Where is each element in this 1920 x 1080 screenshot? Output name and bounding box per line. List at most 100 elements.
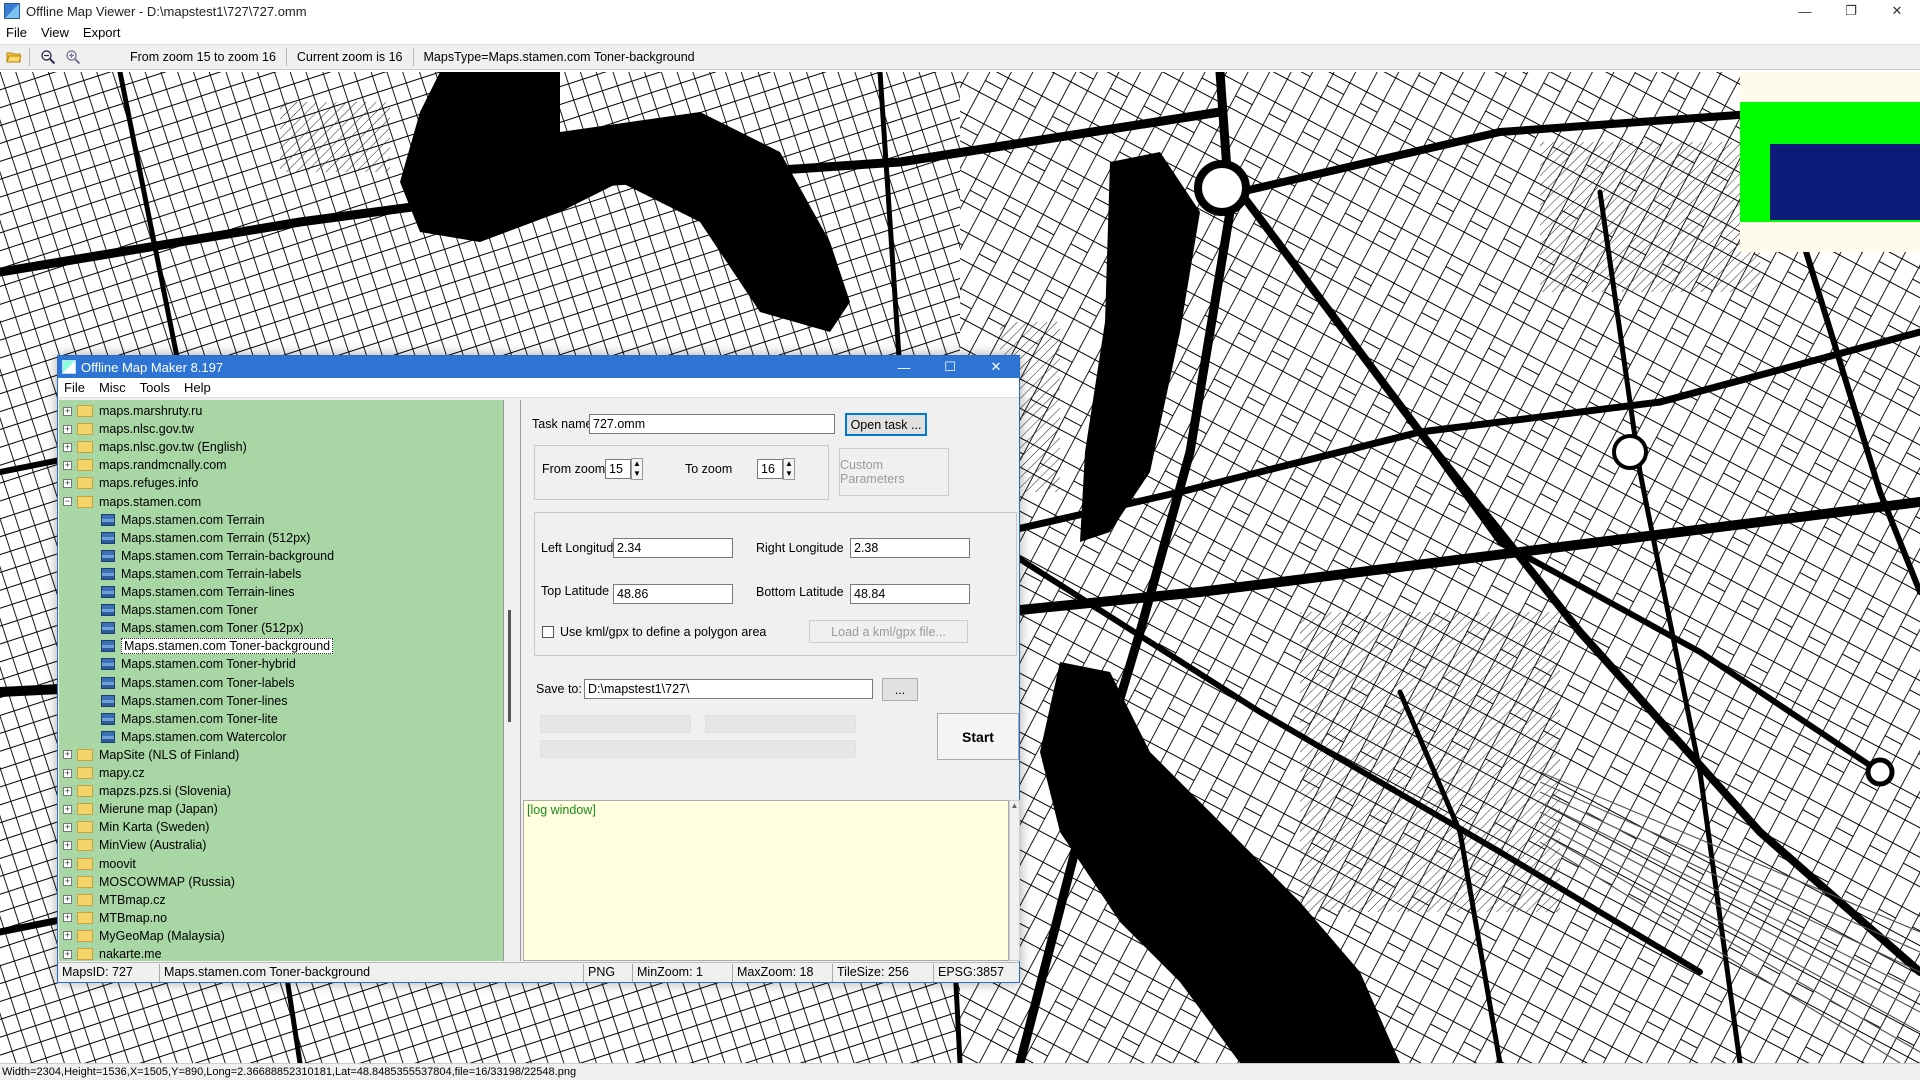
tree-map-item[interactable]: Maps.stamen.com Watercolor [101, 728, 287, 746]
tree-item-label: Maps.stamen.com Toner-lite [121, 711, 278, 726]
to-zoom-input[interactable]: 16 [757, 459, 783, 479]
tree-folder-item[interactable]: + Min Karta (Sweden) [63, 818, 209, 836]
tree-item-label: Maps.stamen.com Toner-lines [121, 693, 288, 708]
expand-icon[interactable]: + [63, 913, 72, 923]
custom-parameters-button[interactable]: Custom Parameters [839, 448, 949, 496]
left-longitude-input[interactable]: 2.34 [613, 538, 733, 558]
dialog-maximize-button[interactable]: ☐ [927, 356, 973, 378]
menu-file[interactable]: File [6, 25, 27, 40]
expand-icon[interactable]: + [63, 406, 72, 416]
tree-map-item[interactable]: Maps.stamen.com Terrain-labels [101, 565, 301, 583]
dialog-menu-tools[interactable]: Tools [140, 380, 170, 395]
top-latitude-input[interactable]: 48.86 [613, 584, 733, 604]
tree-map-item[interactable]: Maps.stamen.com Terrain-background [101, 547, 334, 565]
start-button[interactable]: Start [937, 713, 1019, 760]
tree-scroll-thumb[interactable] [508, 610, 511, 722]
tree-scrollbar[interactable] [504, 400, 521, 961]
zoom-out-icon[interactable] [37, 46, 59, 68]
expand-icon[interactable]: + [63, 768, 72, 778]
tree-map-item[interactable]: Maps.stamen.com Terrain [101, 511, 265, 529]
tree-folder-item[interactable]: + maps.nlsc.gov.tw (English) [63, 438, 247, 456]
tree-map-item[interactable]: Maps.stamen.com Toner-lite [101, 710, 278, 728]
tree-map-item[interactable]: Maps.stamen.com Toner (512px) [101, 619, 304, 637]
open-folder-icon[interactable] [3, 46, 25, 68]
tree-item-label: MinView (Australia) [99, 838, 207, 853]
task-name-label: Task name [532, 417, 593, 431]
tree-folder-item[interactable]: + MOSCOWMAP (Russia) [63, 873, 235, 891]
save-to-label: Save to: [536, 682, 582, 696]
tree-map-item[interactable]: Maps.stamen.com Toner-lines [101, 692, 288, 710]
expand-icon[interactable]: + [63, 750, 72, 760]
tree-folder-item[interactable]: + maps.randmcnally.com [63, 456, 227, 474]
tree-item-label: Maps.stamen.com Terrain (512px) [121, 530, 311, 545]
tree-map-item[interactable]: Maps.stamen.com Terrain (512px) [101, 529, 310, 547]
tree-folder-item[interactable]: + MyGeoMap (Malaysia) [63, 927, 225, 945]
zoom-in-icon[interactable] [62, 46, 84, 68]
menu-view[interactable]: View [41, 25, 69, 40]
folder-icon [77, 821, 93, 834]
save-to-input[interactable]: D:\mapstest1\727\ [584, 679, 873, 699]
log-scrollbar[interactable]: ▲ [1009, 800, 1020, 961]
expand-icon[interactable]: + [63, 877, 72, 887]
kml-polygon-checkbox[interactable] [542, 626, 554, 638]
dialog-menu-misc[interactable]: Misc [99, 380, 126, 395]
collapse-icon[interactable]: − [63, 497, 72, 506]
map-icon [101, 513, 115, 526]
progress-bar-total [540, 740, 856, 758]
tree-folder-item[interactable]: + mapzs.pzs.si (Slovenia) [63, 782, 231, 800]
from-zoom-input[interactable]: 15 [605, 459, 631, 479]
tree-map-item[interactable]: Maps.stamen.com Toner [101, 601, 258, 619]
map-icon [101, 604, 115, 617]
map-source-tree[interactable]: + maps.marshruty.ru + maps.nlsc.gov.tw + maps… [59, 400, 504, 961]
expand-icon[interactable]: + [63, 786, 72, 796]
right-longitude-input[interactable]: 2.38 [850, 538, 970, 558]
tree-folder-item[interactable]: − maps.stamen.com [63, 493, 201, 511]
tree-folder-item[interactable]: + nakarte.me [63, 945, 162, 961]
expand-icon[interactable]: + [63, 804, 72, 814]
from-zoom-stepper[interactable]: ▲ ▼ [631, 458, 643, 480]
tree-item-label: Mierune map (Japan) [99, 802, 218, 817]
tree-folder-item[interactable]: + maps.marshruty.ru [63, 402, 202, 420]
close-button[interactable]: ✕ [1874, 0, 1920, 22]
expand-icon[interactable]: + [63, 442, 72, 452]
tree-folder-item[interactable]: + MinView (Australia) [63, 836, 206, 854]
open-task-button[interactable]: Open task ... [845, 413, 927, 436]
tree-map-item[interactable]: Maps.stamen.com Toner-hybrid [101, 655, 296, 673]
expand-icon[interactable]: + [63, 460, 72, 470]
log-window[interactable]: [log window] [523, 800, 1009, 961]
tree-folder-item[interactable]: + MapSite (NLS of Finland) [63, 746, 239, 764]
tree-folder-item[interactable]: + maps.nlsc.gov.tw [63, 420, 194, 438]
expand-icon[interactable]: + [63, 949, 72, 959]
dialog-menu-file[interactable]: File [64, 380, 85, 395]
browse-folder-button[interactable]: ... [882, 678, 918, 701]
task-name-input[interactable]: 727.omm [589, 414, 835, 434]
minimize-button[interactable]: — [1782, 0, 1828, 22]
tree-folder-item[interactable]: + Mierune map (Japan) [63, 800, 218, 818]
tree-map-item[interactable]: Maps.stamen.com Toner-background [101, 637, 334, 655]
tree-folder-item[interactable]: + maps.refuges.info [63, 474, 198, 492]
dialog-titlebar[interactable]: Offline Map Maker 8.197 — ☐ ✕ [58, 356, 1019, 378]
load-kml-button[interactable]: Load a kml/gpx file... [809, 620, 968, 643]
expand-icon[interactable]: + [63, 931, 72, 941]
expand-icon[interactable]: + [63, 424, 72, 434]
expand-icon[interactable]: + [63, 840, 72, 850]
tree-folder-item[interactable]: + MTBmap.no [63, 909, 167, 927]
bottom-latitude-input[interactable]: 48.84 [850, 584, 970, 604]
dialog-menu-help[interactable]: Help [184, 380, 211, 395]
dialog-minimize-button[interactable]: — [881, 356, 927, 378]
expand-icon[interactable]: + [63, 478, 72, 488]
tree-folder-item[interactable]: + moovit [63, 855, 136, 873]
expand-icon[interactable]: + [63, 895, 72, 905]
dialog-menubar: File Misc Tools Help [58, 378, 1019, 398]
to-zoom-stepper[interactable]: ▲ ▼ [783, 458, 795, 480]
tree-map-item[interactable]: Maps.stamen.com Terrain-lines [101, 583, 294, 601]
expand-icon[interactable]: + [63, 822, 72, 832]
tree-folder-item[interactable]: + MTBmap.cz [63, 891, 166, 909]
restore-button[interactable]: ❐ [1828, 0, 1874, 22]
menu-export[interactable]: Export [83, 25, 121, 40]
folder-icon [77, 893, 93, 906]
tree-map-item[interactable]: Maps.stamen.com Toner-labels [101, 674, 294, 692]
tree-folder-item[interactable]: + mapy.cz [63, 764, 145, 782]
expand-icon[interactable]: + [63, 859, 72, 868]
dialog-close-button[interactable]: ✕ [973, 356, 1019, 378]
